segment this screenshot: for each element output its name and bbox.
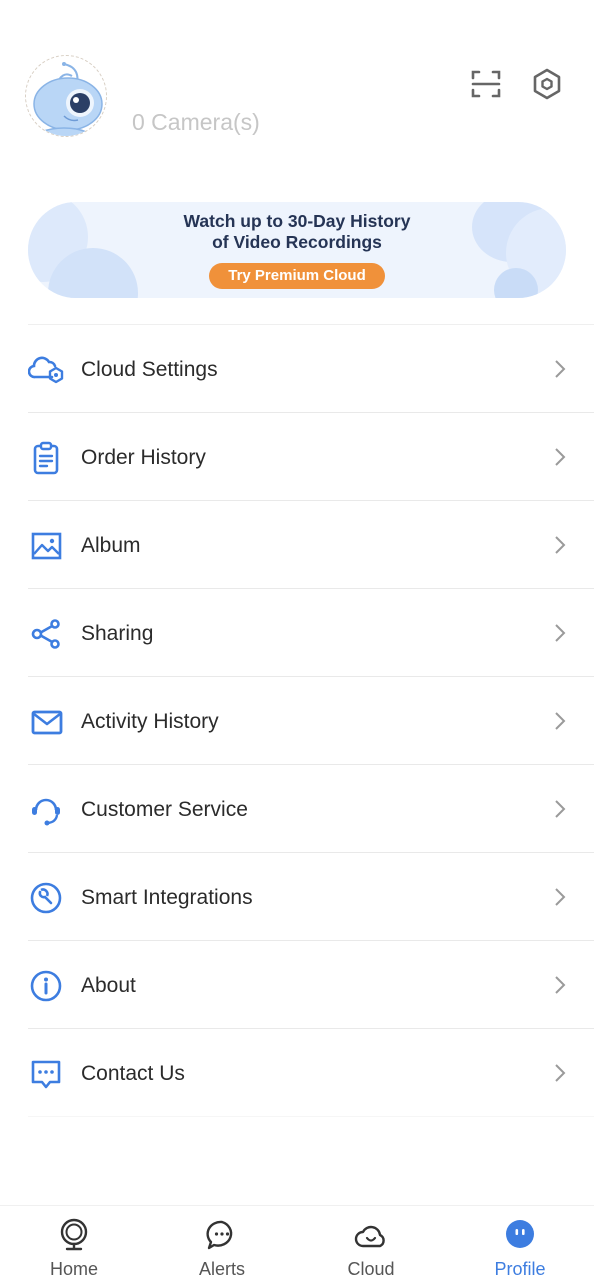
menu-item-contact-us[interactable]: Contact Us	[28, 1029, 594, 1117]
menu-item-order-history[interactable]: Order History	[28, 413, 594, 501]
chevron-right-icon	[555, 360, 566, 378]
chevron-right-icon	[555, 888, 566, 906]
camera-icon	[60, 1218, 88, 1251]
tab-label: Profile	[494, 1259, 546, 1279]
menu-item-label: Album	[81, 534, 141, 557]
settings-hexagon-icon	[533, 68, 561, 100]
tab-label: Alerts	[198, 1259, 245, 1279]
cloud-icon	[354, 1225, 385, 1248]
menu-item-customer-service[interactable]: Customer Service	[28, 765, 594, 853]
menu-item-about[interactable]: About	[28, 941, 594, 1029]
image-icon	[31, 532, 62, 560]
banner-title-line1: Watch up to 30-Day History	[183, 211, 411, 231]
tab-alerts[interactable]: Alerts	[148, 1206, 296, 1281]
menu-item-smart-integrations[interactable]: Smart Integrations	[28, 853, 594, 941]
clipboard-icon	[33, 441, 59, 475]
chat-bubble-icon	[31, 1060, 61, 1089]
menu-item-label: Cloud Settings	[81, 358, 218, 381]
chevron-right-icon	[555, 800, 566, 818]
profile-menu: Cloud Settings Order History Album Shari…	[28, 324, 594, 1117]
chevron-right-icon	[555, 448, 566, 466]
message-icon	[206, 1220, 233, 1250]
chevron-right-icon	[555, 536, 566, 554]
menu-item-label: About	[81, 974, 136, 997]
menu-item-label: Sharing	[81, 622, 154, 645]
tab-profile[interactable]: Profile	[446, 1206, 594, 1281]
tab-label: Home	[49, 1259, 98, 1279]
banner-title: Watch up to 30-Day History of Video Reco…	[28, 211, 566, 253]
scan-icon	[471, 70, 501, 98]
avatar[interactable]	[25, 55, 107, 137]
settings-button[interactable]	[529, 66, 565, 102]
chevron-right-icon	[555, 712, 566, 730]
ant-mascot-avatar-icon	[33, 62, 103, 136]
menu-item-label: Customer Service	[81, 798, 248, 821]
cloud-settings-icon	[28, 356, 64, 384]
tab-label: Cloud	[347, 1259, 395, 1279]
info-icon	[30, 970, 62, 1002]
chevron-right-icon	[555, 624, 566, 642]
camera-count: 0 Camera(s)	[132, 109, 260, 135]
menu-item-label: Smart Integrations	[81, 886, 253, 909]
try-premium-cloud-button[interactable]: Try Premium Cloud	[209, 263, 385, 289]
wrench-icon	[30, 882, 62, 914]
chevron-right-icon	[555, 976, 566, 994]
menu-item-label: Order History	[81, 446, 206, 469]
menu-item-activity-history[interactable]: Activity History	[28, 677, 594, 765]
bottom-tab-bar: Home Alerts Cloud Profile	[0, 1205, 594, 1281]
banner-title-line2: of Video Recordings	[212, 232, 382, 252]
tab-cloud[interactable]: Cloud	[297, 1206, 445, 1281]
profile-header: 0 Camera(s)	[0, 0, 594, 170]
headset-icon	[32, 798, 60, 826]
profile-icon	[506, 1220, 534, 1248]
menu-item-cloud-settings[interactable]: Cloud Settings	[28, 325, 594, 413]
share-icon	[31, 619, 60, 649]
scan-button[interactable]	[468, 66, 504, 102]
menu-item-sharing[interactable]: Sharing	[28, 589, 594, 677]
menu-item-album[interactable]: Album	[28, 501, 594, 589]
mail-icon	[31, 710, 63, 735]
menu-item-label: Contact Us	[81, 1062, 185, 1085]
tab-home[interactable]: Home	[0, 1206, 148, 1281]
premium-cloud-banner[interactable]: Watch up to 30-Day History of Video Reco…	[28, 202, 566, 298]
menu-item-label: Activity History	[81, 710, 219, 733]
chevron-right-icon	[555, 1064, 566, 1082]
